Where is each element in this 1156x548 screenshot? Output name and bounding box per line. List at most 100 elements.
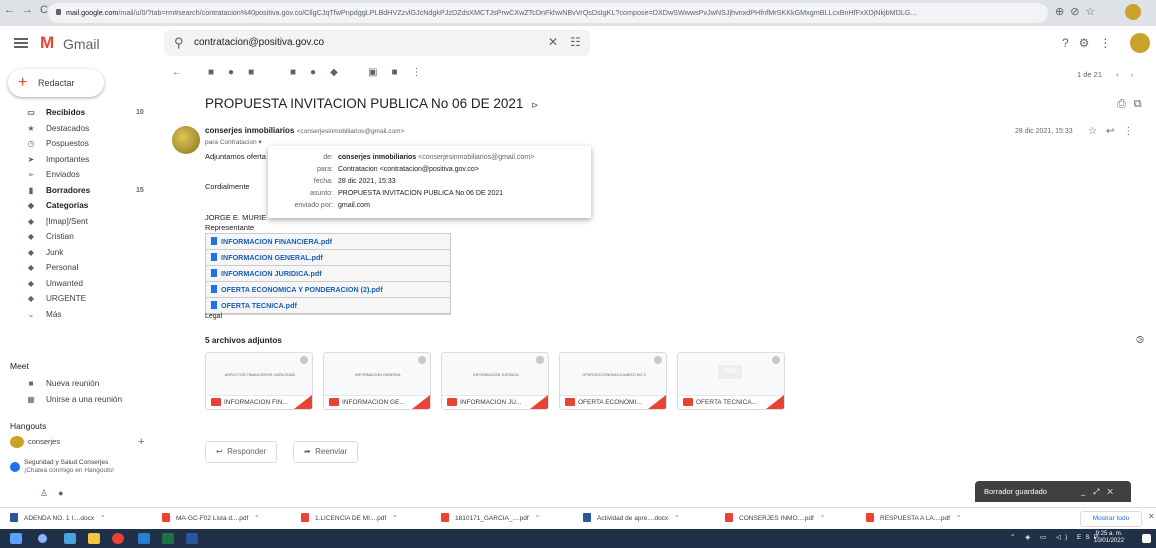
- account-avatar[interactable]: [1130, 33, 1150, 53]
- excel-icon[interactable]: [162, 533, 174, 544]
- chevron-up-icon[interactable]: ⌃: [254, 515, 259, 522]
- sidebar-item[interactable]: ◆ URGENTE: [0, 291, 150, 306]
- download-item[interactable]: 1.LICENCIA DE MI....pdf ⌃: [301, 512, 398, 526]
- search-icon[interactable]: ⚲: [174, 35, 184, 51]
- clock[interactable]: 9:25 a. m. 10/01/2022: [1094, 531, 1124, 545]
- sidebar-item[interactable]: ◷ Pospuestos: [0, 136, 150, 151]
- chevron-up-icon[interactable]: ⌃: [674, 515, 679, 522]
- attachment-card[interactable]: OFERTA ECONOMICA ANEXO NO 3 OFERTA ECONOM…: [559, 352, 667, 410]
- inline-file-link[interactable]: INFORMACION JURIDICA.pdf: [206, 266, 450, 282]
- chevron-up-icon[interactable]: ⌃: [956, 515, 961, 522]
- inline-file-link[interactable]: INFORMACION FINANCIERA.pdf: [206, 234, 450, 250]
- download-item[interactable]: CONSERJES INMO....pdf ⌃: [725, 512, 825, 526]
- download-item[interactable]: 1810171_GARCIA_....pdf ⌃: [441, 512, 540, 526]
- attachment-card[interactable]: PDF OFERTA TECNICA...: [677, 352, 785, 410]
- download-icon[interactable]: [536, 356, 544, 364]
- url-path: /mail/u/0/?tab=rm#search/contratacion%40…: [118, 8, 917, 17]
- compose-button[interactable]: + Redactar: [8, 69, 104, 97]
- attachment-card[interactable]: INFORMACION GENERAL INFORMACION GE...: [323, 352, 431, 410]
- draft-window-controls[interactable]: _⤢✕: [1081, 481, 1121, 502]
- body-text: Representante: [205, 223, 255, 232]
- outlook-icon[interactable]: [138, 533, 150, 544]
- sender-avatar[interactable]: [172, 126, 200, 154]
- hangouts-chat-item[interactable]: Seguridad y Salud Conserjes ¡Chatea conm…: [10, 456, 150, 482]
- add-to-drive-icon[interactable]: ⧁: [1136, 335, 1144, 346]
- sidebar-item[interactable]: ◆ Junk: [0, 245, 150, 260]
- move-label-more-icons[interactable]: ▣■⋮: [368, 67, 436, 78]
- draft-saved-bar[interactable]: Borrador guardado _⤢✕: [975, 481, 1131, 502]
- sidebar-item[interactable]: ⌄ Más: [0, 307, 150, 322]
- chevron-up-icon[interactable]: ⌃: [535, 515, 540, 522]
- attachment-card[interactable]: INFORMACION JURIDICA INFORMACION JU...: [441, 352, 549, 410]
- download-icon[interactable]: [300, 356, 308, 364]
- system-tray[interactable]: ⌃ ◈ ▭ ◁) ESP: [1010, 533, 1102, 541]
- sidebar-item-label: URGENTE: [46, 294, 87, 303]
- sidebar-item[interactable]: ◆ Cristian: [0, 229, 150, 244]
- sidebar-item[interactable]: ▭ Recibidos 10: [0, 105, 150, 120]
- download-icon[interactable]: [654, 356, 662, 364]
- print-newwindow-icons[interactable]: ⎙⧉: [1117, 98, 1150, 111]
- inline-file-link[interactable]: OFERTA ECONOMICA Y PONDERACION (2).pdf: [206, 282, 450, 298]
- download-icon[interactable]: [418, 356, 426, 364]
- chrome-icon[interactable]: [112, 533, 124, 544]
- forward-icon: ➦: [304, 447, 311, 456]
- attachment-card[interactable]: ASPECTOS FINANCIEROS CAPACIDAD INFORMACIO…: [205, 352, 313, 410]
- search-options-icon[interactable]: ☷: [570, 35, 581, 49]
- main-menu-icon[interactable]: [14, 38, 28, 48]
- sidebar-item[interactable]: ◆ Unwanted: [0, 276, 150, 291]
- edge-icon[interactable]: [64, 533, 76, 544]
- mark-snooze-task-icons[interactable]: ■●◆: [290, 67, 352, 78]
- chevron-up-icon[interactable]: ⌃: [820, 515, 825, 522]
- address-bar[interactable]: mail.google.com/mail/u/0/?tab=rm#search/…: [48, 3, 1048, 23]
- search-bar[interactable]: ⚲ contratacion@positiva.gov.co ✕ ☷: [164, 30, 590, 56]
- next-icon[interactable]: ›: [1131, 70, 1134, 79]
- add-contact-icon[interactable]: +: [138, 436, 144, 448]
- chevron-up-icon[interactable]: ⌃: [100, 515, 105, 522]
- pdf-icon: [329, 398, 339, 406]
- sidebar-item[interactable]: ▮ Borradores 15: [0, 183, 150, 198]
- close-downloads-icon[interactable]: ✕: [1148, 512, 1155, 521]
- prev-icon[interactable]: ‹: [1116, 70, 1119, 79]
- hangouts-user[interactable]: conserjes +: [10, 436, 150, 450]
- sidebar-item[interactable]: ◆ [Imap]/Sent: [0, 214, 150, 229]
- file-name: OFERTA ECONOMICA Y PONDERACION (2).pdf: [221, 285, 383, 294]
- download-item[interactable]: ADENDA NO. 1 I....docx ⌃: [10, 512, 106, 526]
- gmail-logo-text[interactable]: Gmail: [63, 36, 100, 52]
- archive-report-delete-icons[interactable]: ■●■: [208, 67, 268, 78]
- header-icons[interactable]: ?⚙⋮: [1062, 36, 1121, 50]
- inline-file-link[interactable]: OFERTA TECNICA.pdf: [206, 298, 450, 314]
- hangouts-footer-icons[interactable]: ♙●: [40, 488, 74, 499]
- sidebar-item[interactable]: ➤ Importantes: [0, 152, 150, 167]
- importance-marker-icon[interactable]: ⊳: [531, 100, 539, 110]
- search-taskbar-icon[interactable]: [38, 534, 47, 543]
- clear-search-icon[interactable]: ✕: [548, 35, 558, 49]
- search-input[interactable]: contratacion@positiva.gov.co: [194, 37, 324, 48]
- download-item[interactable]: MA-GC-F02 Lista d....pdf ⌃: [162, 512, 260, 526]
- download-item[interactable]: Actividad de apre....docx ⌃: [583, 512, 680, 526]
- star-reply-more-icons[interactable]: ☆↩⋮: [1088, 126, 1142, 137]
- notifications-icon[interactable]: [1142, 534, 1151, 543]
- email-recipient[interactable]: para Contratacion ▾: [205, 138, 262, 146]
- back-arrow-icon[interactable]: ←: [172, 67, 182, 78]
- sidebar-item[interactable]: ◆ Personal: [0, 260, 150, 275]
- reply-button[interactable]: ↩ Responder: [205, 441, 278, 463]
- chevron-up-icon[interactable]: ⌃: [392, 515, 397, 522]
- sidebar-item[interactable]: ➢ Enviados: [0, 167, 150, 182]
- pdf-icon: [211, 398, 221, 406]
- sidebar-item[interactable]: ★ Destacados: [0, 121, 150, 136]
- show-all-downloads-button[interactable]: Mostrar todo: [1080, 511, 1142, 527]
- windows-start-icon[interactable]: [10, 533, 22, 544]
- gmail-logo-icon[interactable]: M: [40, 33, 54, 53]
- browser-extension-icons[interactable]: ⊕⊘☆: [1055, 5, 1101, 18]
- meet-join-meeting[interactable]: ▦ Unirse a una reunión: [0, 392, 150, 407]
- download-item[interactable]: RESPUESTA A LA....pdf ⌃: [866, 512, 961, 526]
- download-icon[interactable]: [772, 356, 780, 364]
- browser-profile-avatar[interactable]: [1125, 4, 1141, 20]
- sidebar-item[interactable]: ◆ Categorías: [0, 198, 150, 213]
- attachment-preview: ASPECTOS FINANCIEROS CAPACIDAD: [224, 373, 296, 377]
- file-explorer-icon[interactable]: [88, 533, 100, 544]
- meet-new-meeting[interactable]: ■ Nueva reunión: [0, 376, 150, 391]
- inline-file-link[interactable]: INFORMACION GENERAL.pdf: [206, 250, 450, 266]
- word-icon[interactable]: [186, 533, 198, 544]
- forward-button[interactable]: ➦ Reenviar: [293, 441, 359, 463]
